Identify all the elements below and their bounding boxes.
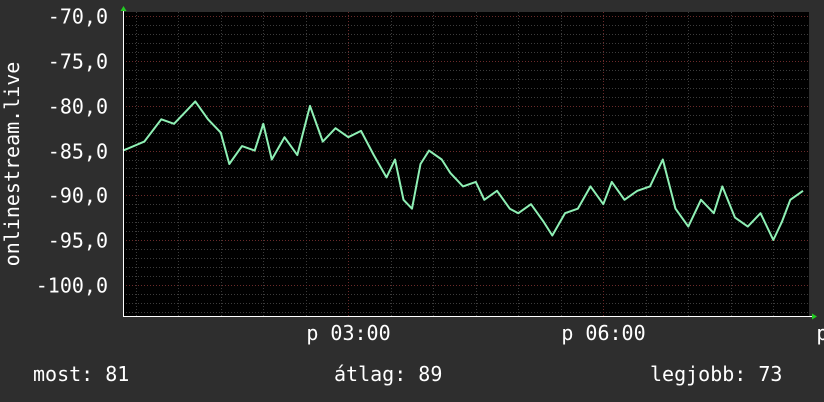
chart-container: -70,0 -75,0 -80,0 -85,0 -90,0 -95,0 -100,0 p 0… bbox=[0, 0, 824, 402]
x-tick-label: p 09:00 bbox=[816, 321, 824, 345]
x-tick-labels: p 03:00p 06:00p 09:00p 12:00p 15:00p 18:… bbox=[306, 321, 824, 345]
current-value: most: 81 bbox=[33, 362, 130, 386]
y-tick-label: -90,0 bbox=[48, 184, 108, 208]
y-tick-label: -95,0 bbox=[48, 229, 108, 253]
x-tick-label: p 06:00 bbox=[561, 321, 645, 345]
y-tick-labels: -70,0 -75,0 -80,0 -85,0 -90,0 -95,0 -100,0 bbox=[36, 5, 108, 298]
y-tick-label: -85,0 bbox=[48, 140, 108, 164]
y-tick-label: -80,0 bbox=[48, 95, 108, 119]
best-value: legjobb: 73 bbox=[650, 362, 783, 386]
line-chart: -70,0 -75,0 -80,0 -85,0 -90,0 -95,0 -100,0 p 0… bbox=[0, 5, 824, 346]
y-axis-arrow bbox=[120, 6, 127, 11]
average-value: átlag: 89 bbox=[334, 362, 443, 386]
y-tick-label: -70,0 bbox=[48, 5, 108, 29]
y-tick-label: -100,0 bbox=[36, 274, 108, 298]
x-axis-arrow bbox=[812, 313, 817, 320]
x-tick-label: p 03:00 bbox=[306, 321, 390, 345]
y-tick-label: -75,0 bbox=[48, 50, 108, 74]
y-axis-label: onlinestream.live bbox=[0, 62, 24, 267]
plot-area bbox=[123, 12, 809, 316]
